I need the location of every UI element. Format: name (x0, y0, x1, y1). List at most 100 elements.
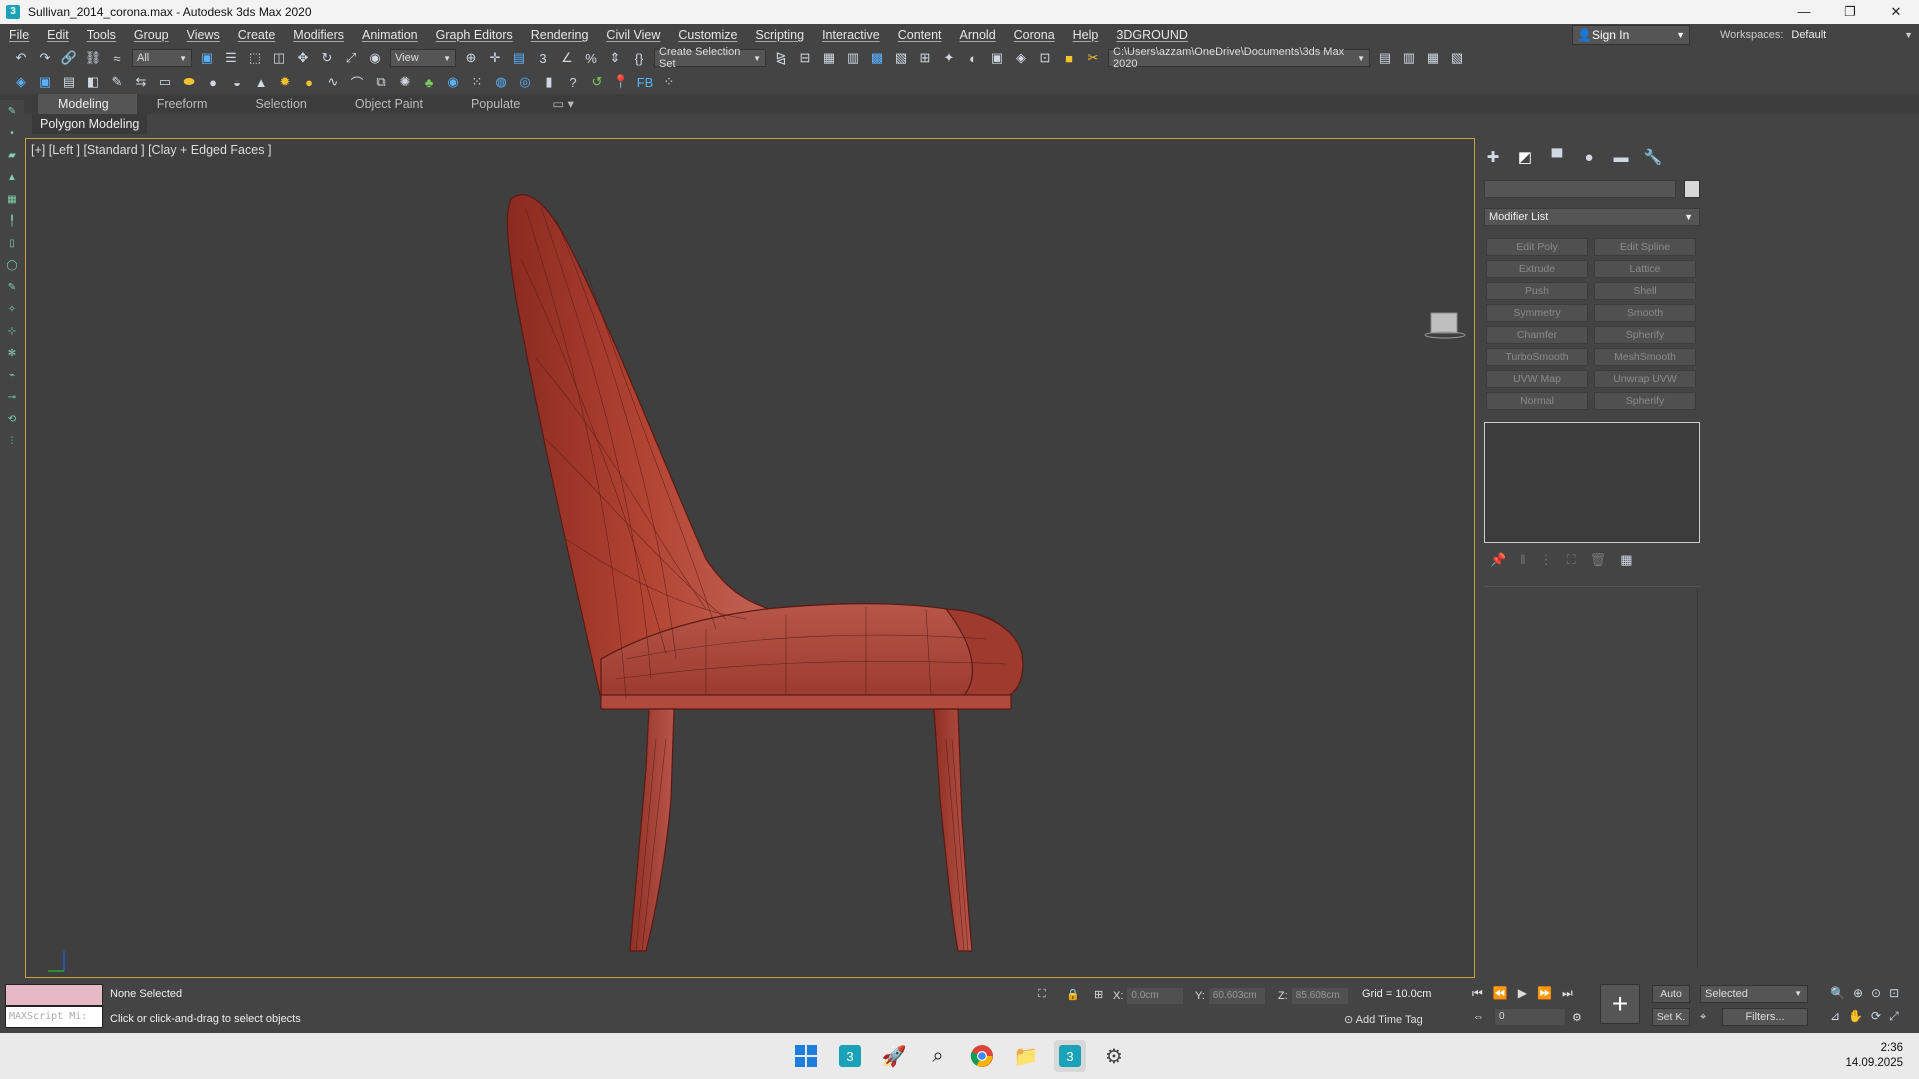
scene-icon[interactable]: ◈ (12, 73, 30, 91)
filters-button[interactable]: Filters... (1722, 1008, 1808, 1026)
add-time-tag[interactable]: ⊙ Add Time Tag (1344, 1013, 1423, 1026)
modifier-normal-button[interactable]: Normal (1486, 392, 1588, 410)
tab-populate[interactable]: Populate (451, 94, 548, 114)
point-icon[interactable]: • (10, 128, 14, 139)
spline-icon[interactable]: ∿ (324, 73, 342, 91)
y-field[interactable]: 60.603cm (1208, 988, 1265, 1004)
ls-tool-10-icon[interactable]: ✻ (8, 348, 16, 359)
rendered-frame-icon[interactable]: ▣ (988, 49, 1006, 67)
layers-icon[interactable]: ◧ (84, 73, 102, 91)
auto-key-button[interactable]: Auto (1652, 985, 1690, 1003)
undo-icon[interactable]: ↶ (12, 49, 30, 67)
menu-customize[interactable]: Customize (669, 28, 746, 42)
place-icon[interactable]: ◉ (366, 49, 384, 67)
menu-views[interactable]: Views (178, 28, 229, 42)
menu-3dground[interactable]: 3DGROUND (1107, 28, 1197, 42)
search-icon[interactable]: ⌕ (922, 1040, 954, 1072)
frame-buffer-icon[interactable]: FB (636, 73, 654, 91)
ls-tool-1-icon[interactable]: ▰ (8, 150, 16, 161)
menu-edit[interactable]: Edit (38, 28, 78, 42)
maxscript-mini-listener[interactable]: MAXScript Mi: (5, 1006, 103, 1028)
pan-icon[interactable]: ✋ (1848, 1009, 1863, 1024)
remove-modifier-icon[interactable]: ⛶ (1567, 552, 1576, 568)
menu-create[interactable]: Create (229, 28, 285, 42)
menu-animation[interactable]: Animation (353, 28, 427, 42)
selection-set-dropdown[interactable]: Create Selection Set ▼ (654, 46, 766, 70)
help-icon[interactable]: ? (564, 73, 582, 91)
percent-snap-icon[interactable]: % (582, 49, 600, 67)
ls-tool-13-icon[interactable]: ⟲ (8, 414, 16, 425)
modifier-edit-spline-button[interactable]: Edit Spline (1594, 238, 1696, 256)
workspaces-selector[interactable]: Workspaces: Default ▼ (1720, 25, 1919, 45)
tab-modeling[interactable]: Modeling (38, 94, 137, 114)
command-panel-scroll-rail[interactable] (1697, 588, 1698, 968)
render-iterative-icon[interactable]: ⊡ (1036, 49, 1054, 67)
move-icon[interactable]: ✥ (294, 49, 312, 67)
snaps-toggle-icon[interactable]: 3 (534, 49, 552, 67)
modifier-smooth-button[interactable]: Smooth (1594, 304, 1696, 322)
select-object-icon[interactable]: ▣ (198, 49, 216, 67)
file-explorer-icon[interactable]: 📁 (1010, 1040, 1042, 1072)
particles-icon[interactable]: ✺ (396, 73, 414, 91)
object-name-field[interactable] (1484, 180, 1676, 198)
z-field[interactable]: 85.608cm (1291, 988, 1348, 1004)
ribbon-toggle-icon[interactable]: ▭ ▾ (548, 94, 578, 114)
project-path-dropdown[interactable]: C:\Users\azzam\OneDrive\Documents\3ds Ma… (1108, 46, 1370, 70)
chair-model[interactable] (26, 139, 1474, 977)
menu-tools[interactable]: Tools (78, 28, 125, 42)
cone-primitive-icon[interactable]: ▲ (252, 73, 270, 91)
link-icon[interactable]: 🔗 (60, 49, 78, 67)
tab-freeform[interactable]: Freeform (137, 94, 236, 114)
next-frame-icon[interactable]: ⏩ (1537, 986, 1552, 1001)
menu-group[interactable]: Group (125, 28, 178, 42)
show-end-result-icon[interactable]: ‖ (1520, 552, 1525, 568)
field-of-view-icon[interactable]: ⊿ (1830, 1009, 1840, 1024)
save-icon[interactable]: ▤ (60, 73, 78, 91)
menu-corona[interactable]: Corona (1005, 28, 1064, 42)
scale-icon[interactable]: ⤢ (342, 49, 360, 67)
minimize-button[interactable]: — (1781, 0, 1827, 24)
menu-modifiers[interactable]: Modifiers (284, 28, 353, 42)
pin-icon[interactable]: 📍 (612, 73, 630, 91)
mirror-icon[interactable]: ⧎ (772, 49, 790, 67)
ls-tool-8-icon[interactable]: ✧ (8, 304, 16, 315)
curve-editor-icon[interactable]: ▧ (892, 49, 910, 67)
material-editor-icon[interactable]: ✦ (940, 49, 958, 67)
toggle-layer-explorer-icon[interactable]: ▥ (844, 49, 862, 67)
ls-tool-4-icon[interactable]: ╿ (9, 216, 15, 227)
bend-icon[interactable]: ⌒ (348, 73, 366, 91)
corona-render-icon[interactable]: ◉ (444, 73, 462, 91)
modifier-chamfer-button[interactable]: Chamfer (1486, 326, 1588, 344)
add-key-icon[interactable]: + (1600, 984, 1640, 1024)
ls-tool-3-icon[interactable]: ▦ (7, 194, 16, 205)
zoom-all-icon[interactable]: ⊕ (1853, 986, 1863, 1000)
sun-icon[interactable]: ● (300, 73, 318, 91)
light-icon[interactable]: ✹ (276, 73, 294, 91)
3ds-max-taskbar-icon[interactable]: 3 (834, 1040, 866, 1072)
sphere-primitive-icon[interactable]: ● (204, 73, 222, 91)
system-clock[interactable]: 2:36 14.09.2025 (1845, 1041, 1903, 1071)
edit-named-selection-icon[interactable]: {} (630, 49, 648, 67)
menu-rendering[interactable]: Rendering (522, 28, 598, 42)
corona-proxy-icon[interactable]: ◎ (516, 73, 534, 91)
align-icon[interactable]: ⊟ (796, 49, 814, 67)
menu-file[interactable]: File (0, 28, 38, 42)
corona-camera-icon[interactable]: ▮ (540, 73, 558, 91)
ls-tool-12-icon[interactable]: ⊸ (8, 392, 16, 403)
modifier-symmetry-button[interactable]: Symmetry (1486, 304, 1588, 322)
zoom-extents-icon[interactable]: ⊙ (1871, 986, 1881, 1000)
bind-spacewarp-icon[interactable]: ≈ (108, 49, 126, 67)
menu-help[interactable]: Help (1064, 28, 1108, 42)
play-icon[interactable]: ▶ (1518, 986, 1527, 1001)
modifier-shell-button[interactable]: Shell (1594, 282, 1696, 300)
object-color-swatch[interactable] (1684, 180, 1700, 198)
modifier-edit-poly-button[interactable]: Edit Poly (1486, 238, 1588, 256)
maximize-viewport-icon[interactable]: ⤢ (1889, 1009, 1899, 1024)
render-production-icon[interactable]: ◈ (1012, 49, 1030, 67)
ls-tool-6-icon[interactable]: ◯ (6, 260, 17, 271)
settings-icon[interactable]: ⚙ (1098, 1040, 1130, 1072)
viewport-left[interactable]: [+] [Left ] [Standard ] [Clay + Edged Fa… (25, 138, 1475, 978)
ls-tool-7-icon[interactable]: ✎ (8, 282, 16, 293)
select-by-name-icon[interactable]: ☰ (222, 49, 240, 67)
absolute-mode-icon[interactable]: ⊞ (1094, 988, 1103, 1001)
